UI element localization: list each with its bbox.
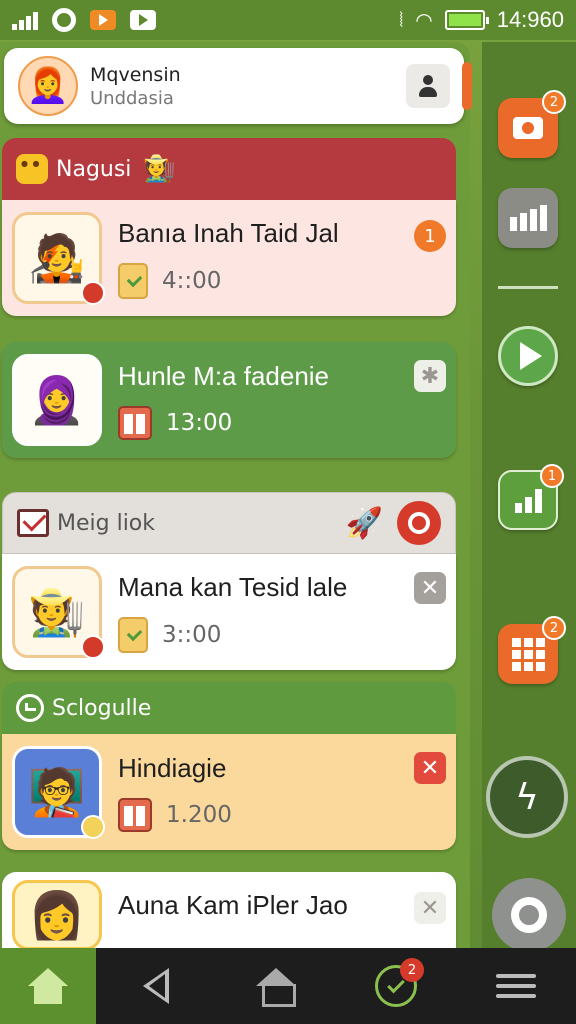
task-title: Auna Kam iPler Jao: [118, 890, 348, 920]
profile-side-tab[interactable]: [462, 62, 472, 110]
nav-home-tab[interactable]: [0, 948, 96, 1024]
task-title: Hindiagie: [118, 752, 227, 783]
task-avatar: 🧕: [12, 354, 102, 446]
tomato-sticker-icon: [81, 635, 105, 659]
stats-button[interactable]: [498, 188, 558, 248]
close-button[interactable]: ✕: [414, 572, 446, 604]
messenger-button[interactable]: ϟ: [486, 756, 568, 838]
task-time: 1.200: [166, 801, 232, 828]
avatar[interactable]: 👩‍🦰: [18, 56, 78, 116]
grid-icon: [511, 637, 545, 671]
task-card[interactable]: 👩 Auna Kam iPler Jao ✕: [2, 872, 456, 952]
avatar-image: 🧕: [28, 372, 86, 427]
play-icon: [130, 10, 156, 30]
task-card[interactable]: 🧑‍🌾 Mana kan Tesid lale 3::00 ✕: [2, 554, 456, 670]
nav-menu-button[interactable]: [456, 948, 576, 1024]
bar-chart-icon: [514, 487, 542, 513]
camera-icon: [513, 117, 543, 139]
calendar-icon: [118, 797, 152, 832]
clipboard-check-icon: [118, 616, 148, 653]
task-title: Hunle M:a fadenie: [118, 360, 330, 391]
task-time: 3::00: [162, 621, 222, 648]
task-card[interactable]: 🧕 Hunle M:a fadenie 13:00 ✱: [2, 342, 456, 458]
orange-play-icon: [90, 10, 116, 30]
task-avatar: 🧑‍🏫: [12, 746, 105, 839]
nav-tasks-button[interactable]: 2: [336, 948, 456, 1024]
task-time: 13:00: [166, 409, 233, 436]
person-figure-icon: 🧑‍🌾: [143, 154, 176, 184]
section-header-meig-liok[interactable]: Meig liok 🚀: [2, 492, 456, 554]
avatar-image: 👩: [28, 887, 86, 942]
avatar-image: 🧑‍🌾: [28, 584, 86, 639]
bottom-navigation: 2: [0, 948, 576, 1024]
contacts-button[interactable]: [406, 64, 450, 108]
rose-sticker-icon: [81, 281, 105, 305]
section-title: Sclogulle: [52, 695, 152, 721]
task-title: Banıa Inah Taid Jal: [118, 217, 339, 248]
close-button[interactable]: ✕: [414, 892, 446, 924]
divider: [498, 286, 558, 289]
task-avatar: 🧑‍🌾: [12, 566, 105, 659]
task-card[interactable]: 🧑‍🏫 Hindiagie 1.200 ✕: [2, 734, 456, 850]
avatar-image: 🧑‍🏫: [28, 764, 86, 819]
star-button[interactable]: ✱: [414, 360, 446, 392]
notification-badge[interactable]: 1: [414, 220, 446, 252]
nav-back-button[interactable]: [96, 948, 216, 1024]
chat-icon: [16, 694, 44, 722]
battery-icon: [444, 10, 489, 30]
profile-name: Mqvensin: [90, 63, 181, 86]
chart-button[interactable]: 1: [498, 464, 564, 530]
grid-button[interactable]: 2: [498, 616, 566, 684]
camera-button[interactable]: 2: [498, 90, 566, 158]
section-header-nagusi[interactable]: Nagusi 🧑‍🌾: [2, 138, 456, 200]
task-avatar: 🧑‍🎤: [12, 212, 105, 305]
gear-icon: [511, 897, 547, 933]
messenger-bolt-icon: ϟ: [515, 776, 539, 818]
wifi-icon: ◠: [415, 8, 433, 32]
profile-card[interactable]: 👩‍🦰 Mqvensin Unddasia: [4, 48, 472, 124]
play-icon: [520, 342, 542, 370]
home-icon: [28, 968, 68, 1004]
clock: 14:960: [496, 7, 564, 32]
task-avatar: 👩: [12, 880, 102, 950]
play-button[interactable]: [498, 326, 558, 386]
calendar-icon: [118, 405, 152, 440]
task-title: Mana kan Tesid lale: [118, 571, 348, 602]
mail-icon: [17, 509, 49, 537]
signal-icon: [12, 10, 38, 30]
menu-icon: [496, 968, 536, 1004]
notification-badge: 1: [540, 464, 564, 488]
back-icon: [143, 968, 169, 1004]
status-bar: ⦚ ◠ 14:960: [0, 0, 576, 40]
task-card[interactable]: 🧑‍🎤 Banıa Inah Taid Jal 4::00 1: [2, 200, 456, 316]
rocket-icon: 🚀: [345, 505, 383, 541]
person-icon: [417, 75, 439, 97]
gear-icon: [52, 8, 76, 32]
record-button[interactable]: [397, 501, 441, 545]
settings-button[interactable]: [492, 878, 566, 952]
home-outline-icon: [256, 968, 296, 1007]
nav-home-button[interactable]: [216, 948, 336, 1024]
section-title: Nagusi: [56, 156, 132, 182]
ring-sticker-icon: [81, 815, 105, 839]
clipboard-check-icon: [118, 262, 148, 299]
bar-chart-icon: [509, 205, 547, 231]
notification-badge: 2: [542, 616, 566, 640]
task-time: 4::00: [162, 267, 222, 294]
section-header-sclogulle[interactable]: Sclogulle: [2, 682, 456, 734]
close-button[interactable]: ✕: [414, 752, 446, 784]
notification-badge: 2: [400, 958, 424, 982]
bear-icon: [16, 154, 48, 184]
avatar-image: 🧑‍🎤: [28, 230, 86, 285]
section-title: Meig liok: [57, 510, 156, 536]
profile-subtitle: Unddasia: [90, 87, 174, 109]
notification-badge: 2: [542, 90, 566, 114]
vibrate-icon: ⦚: [399, 8, 404, 32]
